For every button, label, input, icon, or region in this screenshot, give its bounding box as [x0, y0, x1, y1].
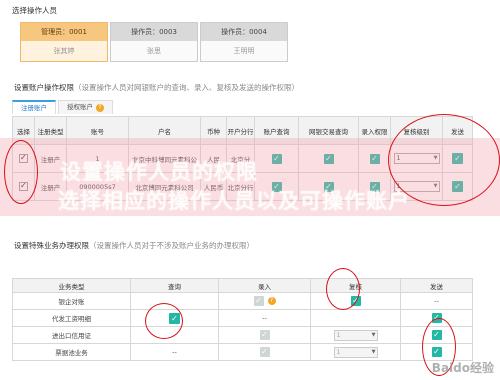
col-query: 查询: [130, 278, 219, 293]
send-cell: --: [400, 292, 473, 310]
special-perm-title-text: 设置特殊业务办理权限: [14, 241, 89, 250]
operator-name: 张思: [147, 47, 161, 55]
operator-card-0004[interactable]: 操作员：0004 王明明: [200, 22, 288, 62]
col-entry: 录入: [218, 278, 311, 293]
band-heading-line2: 选择相应的操作人员以及可操作账户: [58, 189, 410, 213]
biz-type-cell: 银企对账: [12, 292, 131, 310]
special-perm-hint: （设置操作人员对于不涉及账户业务的办理权限）: [89, 241, 254, 250]
review-level-select[interactable]: 1 ▼: [333, 346, 378, 358]
operator-role: 操作员：0004: [201, 23, 287, 41]
account-perm-title: 设置账户操作权限（设置操作人员对网银账户的查询、录入、复核及发送的操作权限）: [14, 82, 299, 93]
special-perm-table: 业务类型 查询 录入 复核 发送 银企对账 ✓? ✓ -- 代发工资明细 ✓ -…: [12, 278, 473, 361]
account-perm-hint: （设置操作人员对网银账户的查询、录入、复核及发送的操作权限）: [74, 83, 299, 92]
operator-name: 王明明: [233, 47, 255, 55]
review-cell: 1 ▼: [310, 343, 401, 361]
select-operator-title: 选择操作人员: [12, 5, 57, 16]
tab-authorized-accounts[interactable]: 授权账户?: [58, 100, 113, 114]
annotation-circle-review: [326, 268, 360, 310]
chevron-down-icon: ▼: [371, 331, 376, 338]
biz-type-cell: 进出口信用证: [12, 326, 131, 344]
annotation-circle-select: [4, 140, 38, 204]
table-row: 进出口信用证 ✓ 1 ▼ ✓: [12, 326, 473, 344]
operator-role: 操作员：0003: [111, 23, 197, 41]
help-icon[interactable]: ?: [267, 297, 276, 305]
entry-cell: ✓: [218, 326, 311, 344]
review-level-select[interactable]: 1 ▼: [333, 329, 378, 341]
chevron-down-icon: ▼: [371, 348, 376, 355]
operator-name: 张其婷: [21, 41, 107, 61]
band-heading-line1: 设置操作人员的权限: [60, 160, 258, 184]
query-cell: --: [130, 343, 219, 361]
special-perm-title: 设置特殊业务办理权限（设置操作人员对于不涉及账户业务的办理权限）: [14, 240, 254, 251]
tab-label: 授权账户: [67, 103, 93, 111]
account-tabs: 注册账户 授权账户?: [12, 100, 115, 114]
review-cell: [310, 309, 401, 327]
entry-cell: ✓: [218, 343, 311, 361]
account-perm-title-text: 设置账户操作权限: [14, 83, 74, 92]
tab-label: 注册账户: [21, 104, 47, 112]
select-value: 1: [336, 330, 341, 339]
table-header-row: 业务类型 查询 录入 复核 发送: [12, 278, 473, 293]
operator-card-0001[interactable]: 管理员：0001 张其婷: [20, 22, 108, 62]
entry-checkbox-disabled: ✓: [259, 347, 270, 357]
annotation-circle-query: [145, 303, 183, 339]
tab-registered-accounts[interactable]: 注册账户: [12, 100, 56, 114]
select-value: 1: [336, 347, 341, 356]
annotation-circle-send: [388, 114, 500, 206]
watermark: Baido经验: [431, 361, 494, 375]
biz-type-cell: 代发工资明细: [12, 309, 131, 327]
entry-checkbox-disabled: ✓: [253, 296, 264, 306]
table-row: 票据池业务 -- ✓ 1 ▼ ✓: [12, 343, 473, 361]
biz-type-cell: 票据池业务: [12, 343, 131, 361]
table-row: 代发工资明细 ✓ -- ✓: [12, 309, 473, 327]
col-biz-type: 业务类型: [12, 278, 131, 293]
review-cell: 1 ▼: [310, 326, 401, 344]
table-row: 银企对账 ✓? ✓ --: [12, 292, 473, 310]
select-operator-title-text: 选择操作人员: [12, 6, 57, 15]
entry-cell: ✓?: [218, 292, 311, 310]
operator-role: 管理员：0001: [21, 23, 107, 41]
operator-card-0003[interactable]: 操作员：0003 张思: [110, 22, 198, 62]
entry-checkbox-disabled: ✓: [259, 330, 270, 340]
col-send: 发送: [400, 278, 473, 293]
help-icon[interactable]: ?: [96, 104, 104, 112]
entry-cell: --: [218, 309, 311, 327]
